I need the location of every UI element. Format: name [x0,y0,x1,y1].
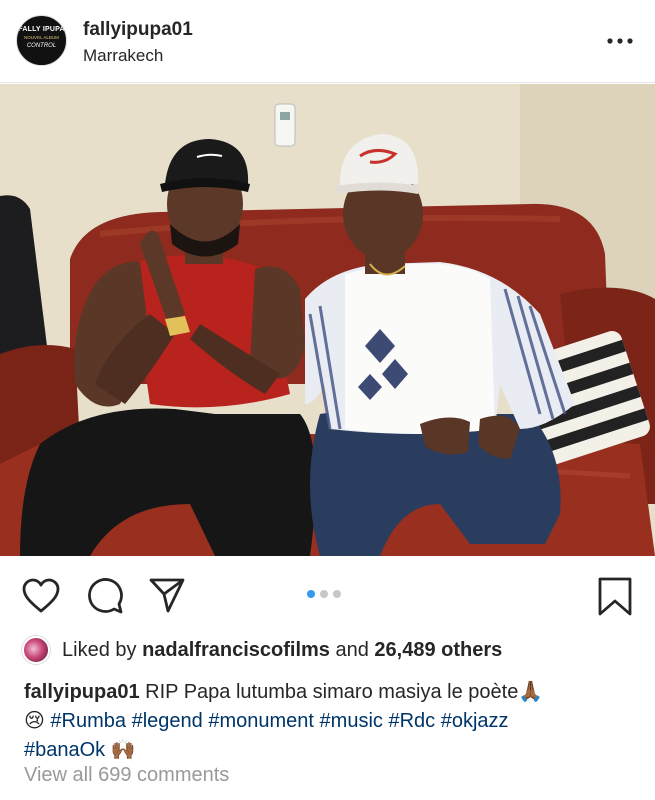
hashtag-music[interactable]: #music [320,710,383,732]
share-icon[interactable] [148,576,186,614]
hashtag-monument[interactable]: #monument [208,710,314,732]
liked-others-count[interactable]: 26,489 others [374,639,502,661]
post-header: FALLY IPUPA NOUVEL ALBUM CONTROL fallyip… [0,0,655,83]
more-options-icon[interactable] [605,31,635,51]
hashtag-legend[interactable]: #legend [132,710,203,732]
heart-icon[interactable] [22,578,60,614]
hashtag-rumba[interactable]: #Rumba [50,710,126,732]
post-username[interactable]: fallyipupa01 [83,19,193,41]
carousel-dot-3[interactable] [333,590,341,598]
carousel-dot-2[interactable] [320,590,328,598]
carousel-dot-1[interactable] [307,590,315,598]
hashtag-rdc[interactable]: #Rdc [388,710,435,732]
post-photo[interactable] [0,84,655,556]
caption-text: RIP Papa lutumba simaro masiya le poète [145,681,519,703]
profile-avatar[interactable]: FALLY IPUPA NOUVEL ALBUM CONTROL [16,15,67,66]
view-all-comments-link[interactable]: View all 699 comments [24,764,229,787]
post-photo-illustration [0,84,655,556]
raised-hands-emoji: 🙌🏾 [110,739,136,761]
post-caption: fallyipupa01 RIP Papa lutumba simaro mas… [24,678,634,765]
post-location[interactable]: Marrakech [83,46,163,66]
crying-face-emoji: 😢 [24,710,45,732]
avatar-logo-album: CONTROL [26,43,57,49]
comment-icon[interactable] [86,577,124,615]
likes-text: Liked by nadalfranciscofilms and 26,489 … [62,639,502,662]
avatar-logo-text: FALLY IPUPA [18,26,65,33]
liked-by-prefix: Liked by [62,638,137,661]
caption-username[interactable]: fallyipupa01 [24,681,140,703]
liked-by-username[interactable]: nadalfranciscofilms [142,639,330,661]
carousel-indicator [307,590,341,598]
praying-hands-emoji: 🙏🏾 [518,681,544,703]
avatar-logo-subtitle: NOUVEL ALBUM [24,35,59,40]
bookmark-icon[interactable] [598,577,632,617]
liked-and: and [335,638,369,661]
likes-row: Liked by nadalfranciscofilms and 26,489 … [22,634,502,666]
liker-avatar[interactable] [22,636,50,664]
hashtag-okjazz[interactable]: #okjazz [441,710,509,732]
hashtag-banaok[interactable]: #banaOk [24,739,105,761]
